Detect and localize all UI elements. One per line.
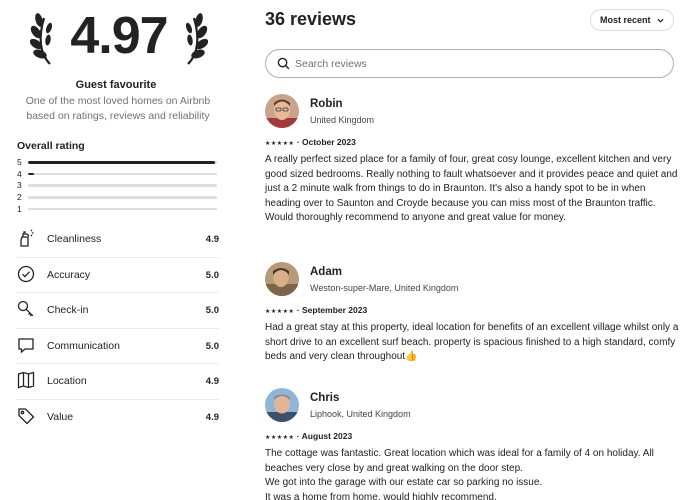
reviewer-location: Liphook, United Kingdom <box>310 409 411 419</box>
tag-icon <box>18 408 35 425</box>
rating-bar-row: 1 <box>17 204 219 216</box>
reviewer-location: Weston-super-Mare, United Kingdom <box>310 283 459 293</box>
category-value: 5.0 <box>205 305 219 317</box>
avatar[interactable] <box>265 94 299 128</box>
category-location: Location 4.9 <box>17 364 219 400</box>
review-date: August 2023 <box>301 431 353 441</box>
rating-bar-row: 3 <box>17 180 219 192</box>
reviewer-location: United Kingdom <box>310 115 375 125</box>
review-meta: ★★★★★ · August 2023 <box>265 431 352 441</box>
rating-bar-star: 4 <box>17 168 22 179</box>
sort-label: Most recent <box>600 15 651 25</box>
category-value: 4.9 <box>205 411 219 423</box>
category-communication: Communication 5.0 <box>17 329 219 365</box>
rating-bar-row: 5 <box>17 157 219 169</box>
search-icon <box>277 57 290 70</box>
laurel-right-icon <box>185 13 208 65</box>
rating-bar-star: 1 <box>17 203 22 214</box>
category-name: Accuracy <box>47 268 91 281</box>
rating-distribution: 5 4 3 2 1 <box>17 157 219 215</box>
category-name: Check-in <box>47 304 89 317</box>
category-check-in: Check-in 5.0 <box>17 293 219 329</box>
rating-bar-track <box>28 196 217 199</box>
category-name: Cleanliness <box>47 233 102 245</box>
review-meta: ★★★★★ · October 2023 <box>265 137 356 147</box>
review-stars: ★★★★★ <box>265 141 295 147</box>
guest-favourite-title: Guest favourite <box>75 79 157 91</box>
check-circle-icon <box>17 265 35 282</box>
category-value: 4.9 <box>205 376 219 388</box>
rating-bar-track <box>28 207 217 211</box>
category-accuracy: Accuracy 5.0 <box>17 258 219 294</box>
category-value: 4.9 <box>205 234 219 245</box>
spray-bottle-icon <box>20 229 34 247</box>
search-reviews-box[interactable] <box>265 49 674 78</box>
category-value: Value 4.9 <box>17 400 219 436</box>
review-meta: ★★★★★ · September 2023 <box>265 305 367 315</box>
rating-bar-track <box>28 172 217 176</box>
rating-bar-fill <box>28 172 34 176</box>
category-value: 5.0 <box>205 269 219 281</box>
chevron-down-icon <box>657 18 664 23</box>
rating-bar-track <box>28 161 217 164</box>
review-date: October 2023 <box>301 137 356 147</box>
key-icon <box>17 301 34 317</box>
rating-summary-panel: 4.97 Guest favourite One of the most lov… <box>0 0 232 500</box>
reviewer-name: Robin <box>310 98 343 110</box>
avatar[interactable] <box>265 262 299 296</box>
rating-bar-track <box>28 184 217 187</box>
review-stars: ★★★★★ <box>265 435 295 441</box>
review-text: Had a great stay at this property, ideal… <box>265 322 679 362</box>
rating-hero: 4.97 <box>30 6 208 70</box>
category-name: Communication <box>47 339 120 352</box>
rating-bar-fill <box>28 161 216 164</box>
rating-bar-star: 2 <box>17 192 22 203</box>
reviewer-name: Adam <box>310 266 342 278</box>
reviews-count-title: 36 reviews <box>265 9 357 29</box>
reviewer-name: Chris <box>310 392 340 404</box>
review-text: A really perfect sized place for a famil… <box>265 154 678 223</box>
sort-dropdown-button[interactable]: Most recent <box>590 9 674 31</box>
avatar[interactable] <box>265 388 299 422</box>
category-value: 5.0 <box>205 340 219 352</box>
guest-favourite-description: One of the most loved homes on Airbnb ba… <box>25 95 211 122</box>
category-cleanliness: Cleanliness 4.9 <box>17 222 219 258</box>
category-name: Value <box>47 410 74 423</box>
category-ratings: Cleanliness 4.9 Accuracy 5.0 Check-in 5.… <box>17 222 219 436</box>
rating-bar-star: 3 <box>17 180 22 191</box>
rating-bar-star: 5 <box>17 157 22 167</box>
map-icon <box>17 372 35 389</box>
search-reviews-input[interactable] <box>295 55 655 72</box>
review-stars: ★★★★★ <box>265 309 295 315</box>
chat-bubble-icon <box>18 338 34 354</box>
overall-rating-label: Overall rating <box>17 140 85 152</box>
review-date: September 2023 <box>301 305 368 315</box>
category-name: Location <box>47 375 87 388</box>
rating-bar-row: 2 <box>17 192 219 204</box>
review-text: The cottage was fantastic. Great locatio… <box>265 448 654 500</box>
rating-bar-row: 4 <box>17 169 219 181</box>
